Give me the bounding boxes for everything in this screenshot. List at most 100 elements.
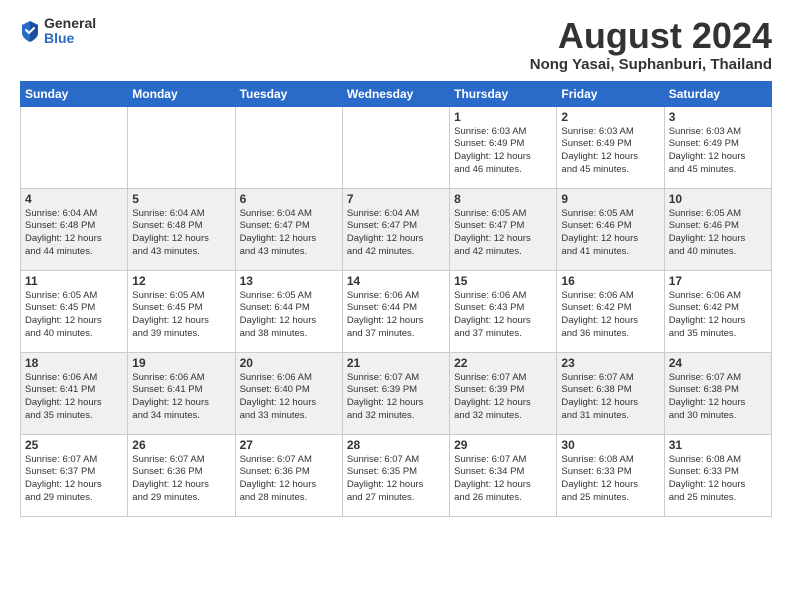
day-number: 1 (454, 110, 552, 124)
day-info: Sunrise: 6:07 AM Sunset: 6:35 PM Dayligh… (347, 454, 445, 505)
calendar-cell: 7Sunrise: 6:04 AM Sunset: 6:47 PM Daylig… (342, 188, 449, 270)
calendar-cell: 13 Sunrise: 6:05 AM Sunset: 6:44 PM Dayli… (235, 270, 342, 352)
calendar-cell: 20Sunrise: 6:06 AM Sunset: 6:40 PM Dayli… (235, 352, 342, 434)
day-info: Sunrise: 6:05 AM Sunset: 6:45 PM Dayligh… (25, 290, 123, 341)
day-number: 8 (454, 192, 552, 206)
calendar-cell: 27Sunrise: 6:07 AM Sunset: 6:36 PM Dayli… (235, 434, 342, 516)
day-info: Sunrise: 6:04 AM Sunset: 6:47 PM Dayligh… (347, 208, 445, 259)
day-info: Sunrise: 6:07 AM Sunset: 6:38 PM Dayligh… (669, 372, 767, 423)
day-info: Sunrise: 6:03 AM Sunset: 6:49 PM Dayligh… (454, 126, 552, 177)
day-number: 17 (669, 274, 767, 288)
day-number: 6 (240, 192, 338, 206)
day-number: 15 (454, 274, 552, 288)
header-saturday: Saturday (664, 81, 771, 106)
calendar-week-2: 11 Sunrise: 6:05 AM Sunset: 6:45 PM Dayli… (21, 270, 772, 352)
calendar-cell: 2Sunrise: 6:03 AM Sunset: 6:49 PM Daylig… (557, 106, 664, 188)
day-info: Sunrise: 6:04 AM Sunset: 6:47 PM Dayligh… (240, 208, 338, 259)
day-number: 30 (561, 438, 659, 452)
day-number: 19 (132, 356, 230, 370)
day-number: 12 (132, 274, 230, 288)
calendar-cell: 28 Sunrise: 6:07 AM Sunset: 6:35 PM Dayli… (342, 434, 449, 516)
calendar-week-1: 4 Sunrise: 6:04 AM Sunset: 6:48 PM Daylig… (21, 188, 772, 270)
calendar-cell: 17 Sunrise: 6:06 AM Sunset: 6:42 PM Dayli… (664, 270, 771, 352)
day-number: 26 (132, 438, 230, 452)
day-number: 31 (669, 438, 767, 452)
day-info: Sunrise: 6:05 AM Sunset: 6:46 PM Dayligh… (561, 208, 659, 259)
calendar-week-3: 18 Sunrise: 6:06 AM Sunset: 6:41 PM Dayli… (21, 352, 772, 434)
day-info: Sunrise: 6:07 AM Sunset: 6:36 PM Dayligh… (132, 454, 230, 505)
day-info: Sunrise: 6:06 AM Sunset: 6:42 PM Dayligh… (561, 290, 659, 341)
day-number: 28 (347, 438, 445, 452)
day-info: Sunrise: 6:03 AM Sunset: 6:49 PM Dayligh… (669, 126, 767, 177)
day-number: 24 (669, 356, 767, 370)
day-number: 10 (669, 192, 767, 206)
day-number: 11 (25, 274, 123, 288)
day-info: Sunrise: 6:07 AM Sunset: 6:39 PM Dayligh… (347, 372, 445, 423)
calendar-cell: 16 Sunrise: 6:06 AM Sunset: 6:42 PM Dayli… (557, 270, 664, 352)
calendar-cell: 6 Sunrise: 6:04 AM Sunset: 6:47 PM Daylig… (235, 188, 342, 270)
day-info: Sunrise: 6:05 AM Sunset: 6:46 PM Dayligh… (669, 208, 767, 259)
calendar-page: General Blue August 2024 Nong Yasai, Sup… (0, 0, 792, 527)
day-number: 16 (561, 274, 659, 288)
calendar-cell: 21Sunrise: 6:07 AM Sunset: 6:39 PM Dayli… (342, 352, 449, 434)
calendar-cell: 29 Sunrise: 6:07 AM Sunset: 6:34 PM Dayli… (450, 434, 557, 516)
calendar-cell: 22 Sunrise: 6:07 AM Sunset: 6:39 PM Dayli… (450, 352, 557, 434)
header-sunday: Sunday (21, 81, 128, 106)
day-number: 29 (454, 438, 552, 452)
header-friday: Friday (557, 81, 664, 106)
calendar-cell: 11 Sunrise: 6:05 AM Sunset: 6:45 PM Dayli… (21, 270, 128, 352)
calendar-cell: 10 Sunrise: 6:05 AM Sunset: 6:46 PM Dayli… (664, 188, 771, 270)
calendar-cell: 15 Sunrise: 6:06 AM Sunset: 6:43 PM Dayli… (450, 270, 557, 352)
day-info: Sunrise: 6:07 AM Sunset: 6:37 PM Dayligh… (25, 454, 123, 505)
day-info: Sunrise: 6:06 AM Sunset: 6:41 PM Dayligh… (25, 372, 123, 423)
title-section: August 2024 Nong Yasai, Suphanburi, Thai… (530, 16, 772, 73)
day-info: Sunrise: 6:07 AM Sunset: 6:38 PM Dayligh… (561, 372, 659, 423)
day-number: 9 (561, 192, 659, 206)
calendar-cell: 18 Sunrise: 6:06 AM Sunset: 6:41 PM Dayli… (21, 352, 128, 434)
calendar-table: Sunday Monday Tuesday Wednesday Thursday… (20, 81, 772, 517)
header-tuesday: Tuesday (235, 81, 342, 106)
day-number: 25 (25, 438, 123, 452)
calendar-cell: 25 Sunrise: 6:07 AM Sunset: 6:37 PM Dayli… (21, 434, 128, 516)
day-info: Sunrise: 6:06 AM Sunset: 6:43 PM Dayligh… (454, 290, 552, 341)
month-title: August 2024 (530, 16, 772, 56)
calendar-cell: 5 Sunrise: 6:04 AM Sunset: 6:48 PM Daylig… (128, 188, 235, 270)
day-info: Sunrise: 6:05 AM Sunset: 6:47 PM Dayligh… (454, 208, 552, 259)
day-info: Sunrise: 6:06 AM Sunset: 6:40 PM Dayligh… (240, 372, 338, 423)
day-info: Sunrise: 6:07 AM Sunset: 6:34 PM Dayligh… (454, 454, 552, 505)
day-info: Sunrise: 6:07 AM Sunset: 6:36 PM Dayligh… (240, 454, 338, 505)
day-number: 22 (454, 356, 552, 370)
day-info: Sunrise: 6:05 AM Sunset: 6:45 PM Dayligh… (132, 290, 230, 341)
day-number: 13 (240, 274, 338, 288)
day-number: 18 (25, 356, 123, 370)
day-number: 4 (25, 192, 123, 206)
calendar-cell: 14Sunrise: 6:06 AM Sunset: 6:44 PM Dayli… (342, 270, 449, 352)
calendar-header-row: Sunday Monday Tuesday Wednesday Thursday… (21, 81, 772, 106)
calendar-cell: 9 Sunrise: 6:05 AM Sunset: 6:46 PM Daylig… (557, 188, 664, 270)
day-info: Sunrise: 6:05 AM Sunset: 6:44 PM Dayligh… (240, 290, 338, 341)
calendar-cell: 24 Sunrise: 6:07 AM Sunset: 6:38 PM Dayli… (664, 352, 771, 434)
logo: General Blue (20, 16, 96, 47)
calendar-cell: 8 Sunrise: 6:05 AM Sunset: 6:47 PM Daylig… (450, 188, 557, 270)
calendar-cell (21, 106, 128, 188)
calendar-cell: 19 Sunrise: 6:06 AM Sunset: 6:41 PM Dayli… (128, 352, 235, 434)
calendar-cell: 30 Sunrise: 6:08 AM Sunset: 6:33 PM Dayli… (557, 434, 664, 516)
calendar-cell: 23Sunrise: 6:07 AM Sunset: 6:38 PM Dayli… (557, 352, 664, 434)
calendar-cell: 4Sunrise: 6:04 AM Sunset: 6:48 PM Daylig… (21, 188, 128, 270)
day-info: Sunrise: 6:08 AM Sunset: 6:33 PM Dayligh… (561, 454, 659, 505)
day-number: 14 (347, 274, 445, 288)
day-info: Sunrise: 6:08 AM Sunset: 6:33 PM Dayligh… (669, 454, 767, 505)
day-number: 5 (132, 192, 230, 206)
logo-icon (20, 19, 40, 43)
day-number: 2 (561, 110, 659, 124)
header: General Blue August 2024 Nong Yasai, Sup… (20, 16, 772, 73)
day-info: Sunrise: 6:06 AM Sunset: 6:42 PM Dayligh… (669, 290, 767, 341)
day-info: Sunrise: 6:07 AM Sunset: 6:39 PM Dayligh… (454, 372, 552, 423)
calendar-cell (235, 106, 342, 188)
calendar-week-4: 25 Sunrise: 6:07 AM Sunset: 6:37 PM Dayli… (21, 434, 772, 516)
calendar-cell (128, 106, 235, 188)
day-info: Sunrise: 6:06 AM Sunset: 6:41 PM Dayligh… (132, 372, 230, 423)
day-number: 3 (669, 110, 767, 124)
logo-general-text: General (44, 16, 96, 31)
day-info: Sunrise: 6:04 AM Sunset: 6:48 PM Dayligh… (132, 208, 230, 259)
